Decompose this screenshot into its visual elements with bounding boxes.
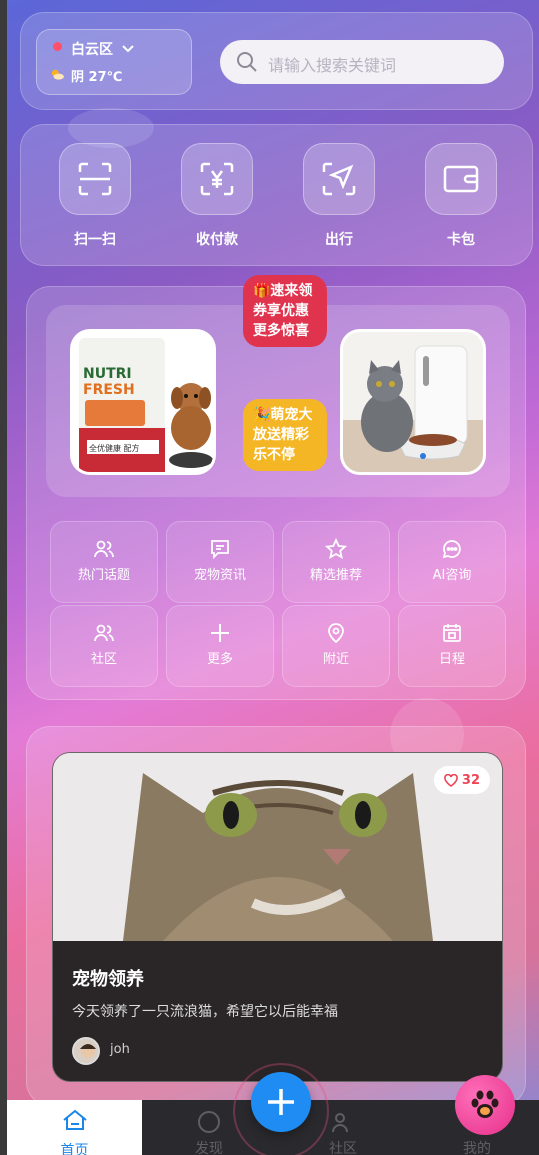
calendar-icon bbox=[443, 624, 461, 642]
feature-recommend[interactable]: 精选推荐 bbox=[282, 521, 390, 603]
nav-home[interactable]: 首页 bbox=[7, 1100, 142, 1155]
svg-text:FRESH: FRESH bbox=[83, 382, 135, 398]
add-post-button[interactable] bbox=[251, 1072, 311, 1132]
quick-label: 扫一扫 bbox=[74, 232, 116, 248]
chevron-down-icon bbox=[122, 45, 134, 53]
scan-icon bbox=[59, 143, 131, 215]
post-description: 今天领养了一只流浪猫，希望它以后能幸福 bbox=[72, 1004, 338, 1020]
quick-actions-panel: 扫一扫 收付款 出行 卡包 bbox=[20, 124, 533, 266]
search-icon bbox=[237, 52, 257, 72]
wallet-icon bbox=[425, 143, 497, 215]
feature-hot-topics[interactable]: 热门话题 bbox=[50, 521, 158, 603]
nav-home-label: 首页 bbox=[60, 1143, 89, 1155]
feature-label: 更多 bbox=[206, 652, 233, 667]
message-icon bbox=[211, 540, 229, 560]
users-icon bbox=[94, 540, 114, 558]
feature-ai-consult[interactable]: AI咨询 bbox=[398, 521, 506, 603]
post-title: 宠物领养 bbox=[72, 969, 144, 990]
search-placeholder: 请输入搜索关键词 bbox=[268, 56, 397, 75]
feature-label: 宠物资讯 bbox=[193, 568, 246, 583]
avatar[interactable] bbox=[72, 1037, 100, 1065]
quick-label: 卡包 bbox=[447, 232, 475, 248]
users-icon bbox=[94, 624, 114, 642]
quick-payment[interactable]: 收付款 bbox=[181, 143, 253, 249]
svg-text:全优健康 配方: 全优健康 配方 bbox=[89, 443, 140, 453]
location-name: 白云区 bbox=[71, 42, 113, 58]
heart-icon bbox=[444, 773, 458, 787]
feature-label: 日程 bbox=[438, 652, 465, 667]
quick-scan[interactable]: 扫一扫 bbox=[59, 143, 131, 249]
feature-schedule[interactable]: 日程 bbox=[398, 605, 506, 687]
location-icon bbox=[328, 623, 344, 644]
star-icon bbox=[325, 538, 347, 559]
quick-label: 出行 bbox=[325, 232, 353, 248]
feature-pet-news[interactable]: 宠物资讯 bbox=[166, 521, 274, 603]
quick-wallet[interactable]: 卡包 bbox=[425, 143, 497, 249]
payment-icon bbox=[181, 143, 253, 215]
search-input[interactable]: 请输入搜索关键词 bbox=[220, 40, 504, 84]
nav-mine-label: 我的 bbox=[463, 1141, 491, 1155]
feature-label: 热门话题 bbox=[77, 568, 130, 583]
coupon-badge[interactable]: 🎁速来领券享优惠更多惊喜 bbox=[243, 275, 327, 347]
home-icon bbox=[62, 1109, 87, 1130]
nav-mine[interactable]: 我的 bbox=[447, 1138, 507, 1155]
post-username[interactable]: joh bbox=[110, 1042, 130, 1057]
like-button[interactable]: 32 bbox=[433, 766, 490, 794]
feature-label: 社区 bbox=[90, 652, 117, 667]
promo-panel: NUTRI FRESH 全优健康 配方 🎁速来领券享优惠更多惊喜 🎉萌宠大放送精… bbox=[26, 275, 526, 700]
chat-icon bbox=[198, 1111, 220, 1133]
weather-cloud-sun-icon bbox=[51, 69, 64, 80]
location-weather-card[interactable]: 白云区 阴 27℃ bbox=[36, 29, 192, 95]
pet-food-product-card[interactable]: NUTRI FRESH 全优健康 配方 bbox=[70, 329, 216, 475]
like-count: 32 bbox=[461, 772, 480, 788]
location-pin-icon bbox=[53, 42, 62, 51]
quick-label: 收付款 bbox=[196, 232, 238, 248]
navigation-icon bbox=[303, 143, 375, 215]
post-card[interactable]: 32 宠物领养 今天领养了一只流浪猫，希望它以后能幸福 joh bbox=[52, 752, 503, 1082]
plus-icon bbox=[211, 624, 229, 642]
feature-label: 精选推荐 bbox=[309, 568, 362, 583]
feature-community[interactable]: 社区 bbox=[50, 605, 158, 687]
pet-feeder-product-card[interactable] bbox=[340, 329, 486, 475]
paw-icon bbox=[471, 1090, 499, 1118]
header-panel: 白云区 阴 27℃ 请输入搜索关键词 bbox=[20, 12, 533, 110]
nav-discover[interactable]: 发现 bbox=[179, 1110, 239, 1155]
plus-icon bbox=[268, 1089, 294, 1115]
feature-label: AI咨询 bbox=[432, 568, 472, 583]
feature-nearby[interactable]: 附近 bbox=[282, 605, 390, 687]
svg-text:NUTRI: NUTRI bbox=[83, 366, 132, 382]
users-icon bbox=[332, 1113, 348, 1133]
weather-text: 阴 27℃ bbox=[71, 70, 123, 85]
nav-community-label: 社区 bbox=[329, 1141, 357, 1155]
nav-discover-label: 发现 bbox=[195, 1141, 223, 1155]
pet-food-image: NUTRI FRESH 全优健康 配方 bbox=[79, 338, 213, 472]
quick-travel[interactable]: 出行 bbox=[303, 143, 375, 249]
event-badge[interactable]: 🎉萌宠大放送精彩乐不停 bbox=[243, 399, 327, 471]
feature-more[interactable]: 更多 bbox=[166, 605, 274, 687]
pet-feeder-image bbox=[343, 332, 483, 472]
feature-label: 附近 bbox=[322, 652, 349, 667]
pet-assistant-button[interactable] bbox=[455, 1075, 515, 1135]
chat-icon bbox=[442, 540, 461, 559]
window-edge bbox=[0, 0, 7, 1155]
